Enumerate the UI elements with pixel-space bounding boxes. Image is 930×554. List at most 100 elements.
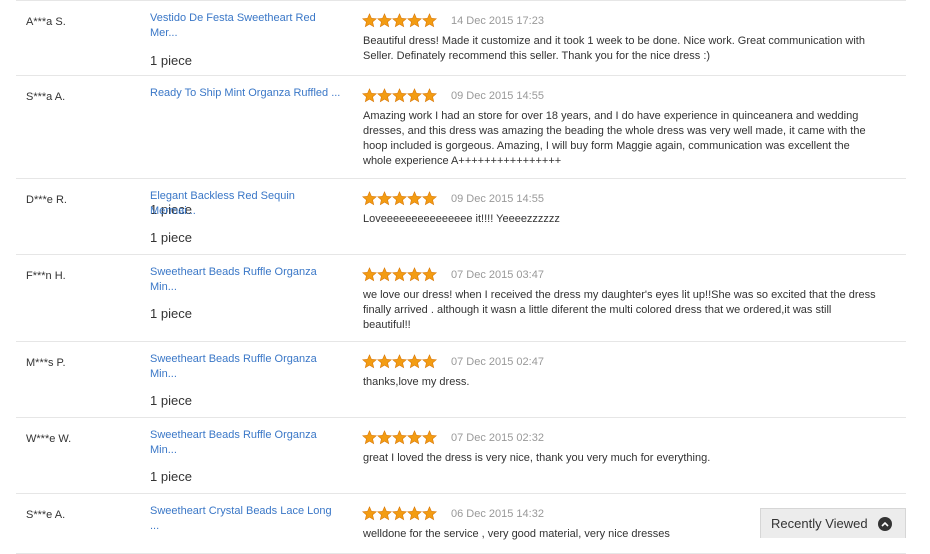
feedback-line: Loveeeeeeeeeeeeeee it!!!! Yeeeezzzzzz	[363, 213, 560, 225]
feedback-row: S***a A. Ready To Ship Mint Organza Ruffl…	[16, 76, 906, 217]
feedback-date: 14 Dec 2015 17:23	[451, 15, 544, 27]
product-link[interactable]: Sweetheart Beads Ruffle Organza Min...	[150, 352, 350, 382]
feedback-line: we love our dress! when I received the d…	[363, 289, 876, 301]
star-icon	[392, 506, 407, 521]
star-icon	[392, 88, 407, 103]
star-icon	[422, 88, 437, 103]
feedback-list: A***a S. Vestido De Festa Sweetheart Red M…	[16, 1, 906, 554]
star-icon	[407, 191, 422, 206]
star-icon	[407, 13, 422, 28]
product-link[interactable]: Elegant Backless Red Sequin Mermai...	[150, 189, 350, 219]
star-rating	[362, 506, 437, 521]
product-link[interactable]: Sweetheart Beads Ruffle Organza Min...	[150, 428, 350, 458]
star-icon	[377, 506, 392, 521]
feedback-row: W***e W. Sweetheart Beads Ruffle Organza M…	[16, 418, 906, 494]
feedback-line: great I loved the dress is very nice, th…	[363, 452, 711, 464]
star-icon	[377, 88, 392, 103]
product-link[interactable]: Sweetheart Crystal Beads Lace Long...	[150, 504, 350, 534]
product-link-line: Sweetheart Beads Ruffle Organza	[150, 266, 317, 278]
star-icon	[407, 430, 422, 445]
buyer-name: W***e W.	[26, 433, 72, 445]
feedback-date: 07 Dec 2015 02:47	[451, 356, 544, 368]
product-link-line: Sweetheart Beads Ruffle Organza	[150, 429, 317, 441]
star-icon	[392, 354, 407, 369]
quantity: 1 piece	[150, 306, 192, 321]
feedback-line: beautiful!!	[363, 319, 411, 331]
star-rating	[362, 191, 437, 206]
star-rating	[362, 88, 437, 103]
product-link-line: Sweetheart Beads Ruffle Organza	[150, 353, 317, 365]
feedback-line: hoop included is gorgeous. Amazing, I wi…	[363, 140, 850, 152]
chevron-up-circle-icon	[877, 516, 892, 531]
quantity: 1 piece	[150, 469, 192, 484]
buyer-name: D***e R.	[26, 194, 67, 206]
star-icon	[407, 88, 422, 103]
product-link[interactable]: Vestido De Festa Sweetheart Red Mer...	[150, 11, 350, 41]
star-rating	[362, 430, 437, 445]
feedback-line: Seller. Definately recommend this seller…	[363, 50, 711, 62]
feedback-line: dresses, and this dress was amazing the …	[363, 125, 866, 137]
buyer-name: S***e A.	[26, 509, 66, 521]
star-icon	[422, 506, 437, 521]
feedback-date: 09 Dec 2015 14:55	[451, 90, 544, 102]
star-rating	[362, 354, 437, 369]
star-icon	[422, 13, 437, 28]
feedback-row: F***n H. Sweetheart Beads Ruffle Organza M…	[16, 255, 906, 342]
buyer-name: A***a S.	[26, 16, 66, 28]
star-icon	[422, 354, 437, 369]
feedback-date: 07 Dec 2015 02:32	[451, 432, 544, 444]
feedback-date: 09 Dec 2015 14:55	[451, 193, 544, 205]
star-icon	[377, 13, 392, 28]
star-icon	[392, 191, 407, 206]
star-icon	[362, 354, 377, 369]
buyer-name: F***n H.	[26, 270, 66, 282]
star-icon	[422, 430, 437, 445]
product-link[interactable]: Sweetheart Beads Ruffle Organza Min...	[150, 265, 350, 295]
feedback-row: A***a S. Vestido De Festa Sweetheart Red M…	[16, 1, 906, 76]
product-link-line: Min...	[150, 444, 177, 456]
star-icon	[362, 506, 377, 521]
star-icon	[422, 267, 437, 282]
feedback-line: thanks,love my dress.	[363, 376, 470, 388]
product-link-line: Min...	[150, 281, 177, 293]
product-link-line: Mer...	[150, 27, 178, 39]
feedback-line: Beautiful dress! Made it customize and i…	[363, 35, 865, 47]
feedback-text: Amazing work I had an store for over 18 …	[363, 109, 903, 169]
star-icon	[392, 267, 407, 282]
feedback-text: Loveeeeeeeeeeeeeee it!!!! Yeeeezzzzzz	[363, 212, 903, 227]
star-rating	[362, 13, 437, 28]
product-link-line: Elegant Backless Red Sequin	[150, 190, 295, 202]
star-icon	[407, 354, 422, 369]
product-link-line: Sweetheart Crystal Beads Lace Long	[150, 505, 332, 517]
buyer-name: S***a A.	[26, 91, 66, 103]
feedback-date: 06 Dec 2015 14:32	[451, 508, 544, 520]
feedback-text: great I loved the dress is very nice, th…	[363, 451, 903, 466]
star-icon	[362, 430, 377, 445]
quantity: 1 piece	[150, 393, 192, 408]
star-icon	[407, 267, 422, 282]
buyer-name: M***s P.	[26, 357, 66, 369]
feedback-row: D***e R. Elegant Backless Red Sequin Merma…	[16, 179, 906, 255]
star-rating	[362, 267, 437, 282]
recently-viewed-button[interactable]: Recently Viewed	[760, 508, 906, 538]
feedback-row: M***s P. Sweetheart Beads Ruffle Organza M…	[16, 342, 906, 418]
product-link-line: Vestido De Festa Sweetheart Red	[150, 12, 316, 24]
star-icon	[407, 506, 422, 521]
product-link-line: ...	[150, 520, 160, 532]
star-icon	[377, 430, 392, 445]
feedback-text: Beautiful dress! Made it customize and i…	[363, 34, 903, 64]
feedback-text: thanks,love my dress.	[363, 375, 903, 390]
product-link[interactable]: Ready To Ship Mint Organza Ruffled ...	[150, 86, 350, 101]
star-icon	[377, 267, 392, 282]
feedback-line: finally arrived . although it wasn a lit…	[363, 304, 832, 316]
product-link-line: Ready To Ship Mint Organza Ruffled ...	[150, 87, 341, 99]
quantity: 1 piece	[150, 53, 192, 68]
feedback-text: we love our dress! when I received the d…	[363, 288, 903, 333]
feedback-line: whole experience A++++++++++++++++	[363, 155, 562, 167]
feedback-date: 07 Dec 2015 03:47	[451, 269, 544, 281]
quantity: 1 piece	[150, 230, 192, 245]
star-icon	[362, 267, 377, 282]
star-icon	[377, 191, 392, 206]
star-icon	[392, 13, 407, 28]
star-icon	[422, 191, 437, 206]
